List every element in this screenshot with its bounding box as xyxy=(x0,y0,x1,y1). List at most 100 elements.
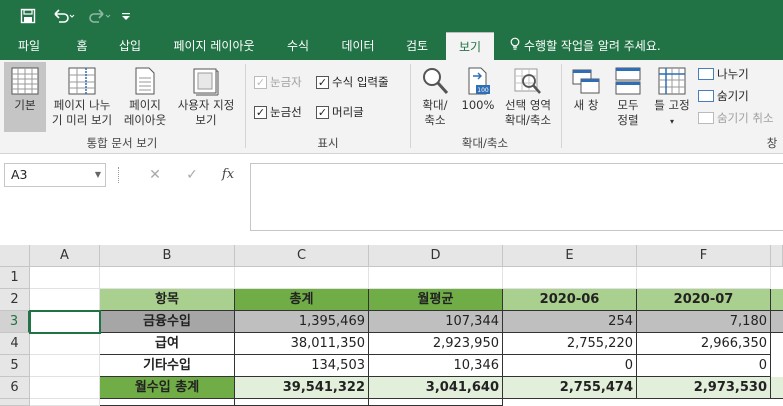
cell-a7[interactable] xyxy=(30,399,100,406)
ruler-checkbox[interactable]: ✓ 눈금자 xyxy=(254,74,302,90)
cell-d5[interactable]: 10,346 xyxy=(369,355,503,377)
table-header-monthly-avg[interactable]: 월평균 xyxy=(369,289,503,311)
row-header-2[interactable]: 2 xyxy=(0,289,30,311)
enter-icon[interactable]: ✓ xyxy=(180,163,204,187)
cell-g3[interactable] xyxy=(771,311,783,333)
cell-g6[interactable] xyxy=(771,377,783,399)
lightbulb-icon xyxy=(510,33,520,61)
cell-f3[interactable]: 7,180 xyxy=(637,311,771,333)
cell-a2[interactable] xyxy=(30,289,100,311)
cell-d4[interactable]: 2,923,950 xyxy=(369,333,503,355)
cell-e5[interactable]: 0 xyxy=(503,355,637,377)
row-header-5[interactable]: 5 xyxy=(0,355,30,377)
freeze-panes-button[interactable]: 틀 고정 ▾ xyxy=(650,62,694,132)
zoom-100-button[interactable]: 100 100% xyxy=(458,62,498,132)
hide-button[interactable]: 숨기기 xyxy=(698,88,749,104)
redo-icon[interactable] xyxy=(84,5,114,27)
zoom-to-selection-button[interactable]: 선택 영역 확대/축소 xyxy=(500,62,556,132)
row-header-4[interactable]: 4 xyxy=(0,333,30,355)
checkbox-checked-icon: ✓ xyxy=(254,105,267,119)
row-header-7[interactable] xyxy=(0,399,30,406)
worksheet-grid[interactable]: A B C D E F 1 2 3 4 5 6 항목 총계 월평균 2020-0… xyxy=(0,245,783,406)
normal-view-button[interactable]: 기본 xyxy=(4,62,46,132)
row-label-other-income[interactable]: 기타수입 xyxy=(100,355,235,377)
cell-b7[interactable] xyxy=(100,399,235,406)
cell-f6[interactable]: 2,973,530 xyxy=(637,377,771,399)
tab-data[interactable]: 데이터 xyxy=(330,32,386,60)
formula-bar-grip[interactable] xyxy=(118,167,120,183)
row-label-salary[interactable]: 급여 xyxy=(100,333,235,355)
tab-view[interactable]: 보기 xyxy=(446,32,494,60)
cell-e6[interactable]: 2,755,474 xyxy=(503,377,637,399)
name-box[interactable]: A3 ▼ xyxy=(4,163,106,187)
customize-qat-icon[interactable] xyxy=(118,5,134,27)
group-label-zoom: 확대/축소 xyxy=(461,136,509,150)
dropdown-arrow-icon[interactable]: ▼ xyxy=(95,164,101,186)
row-header-6[interactable]: 6 xyxy=(0,377,30,399)
new-window-button[interactable]: 새 창 xyxy=(566,62,606,132)
tab-formulas[interactable]: 수식 xyxy=(276,32,320,60)
cell-e1[interactable] xyxy=(503,267,637,289)
insert-function-icon[interactable]: fx xyxy=(216,163,240,187)
cell-d3[interactable]: 107,344 xyxy=(369,311,503,333)
arrange-all-button[interactable]: 모두 정렬 xyxy=(608,62,648,132)
svg-text:100: 100 xyxy=(477,87,489,94)
row-label-monthly-income-total[interactable]: 월수입 총계 xyxy=(100,377,235,399)
column-header-c[interactable]: C xyxy=(235,245,369,267)
table-header-2020-06[interactable]: 2020-06 xyxy=(503,289,637,311)
cell-c6[interactable]: 39,541,322 xyxy=(235,377,369,399)
cell-c4[interactable]: 38,011,350 xyxy=(235,333,369,355)
tell-me-box[interactable]: 수행할 작업을 알려 주세요. xyxy=(510,32,661,60)
cell-b1[interactable] xyxy=(100,267,235,289)
cell-a1[interactable] xyxy=(30,267,100,289)
cell-f5[interactable]: 0 xyxy=(637,355,771,377)
zoom-button[interactable]: 확대/축소 xyxy=(414,62,456,132)
cell-d1[interactable] xyxy=(369,267,503,289)
cancel-icon[interactable]: ✕ xyxy=(143,163,167,187)
cell-e4[interactable]: 2,755,220 xyxy=(503,333,637,355)
page-break-preview-button[interactable]: 페이지 나누 기 미리 보기 xyxy=(48,62,116,132)
select-all-corner[interactable] xyxy=(0,245,30,267)
row-label-financial-income[interactable]: 금융수입 xyxy=(100,311,235,333)
cell-c1[interactable] xyxy=(235,267,369,289)
cell-a4[interactable] xyxy=(30,333,100,355)
column-header-d[interactable]: D xyxy=(369,245,503,267)
column-header-e[interactable]: E xyxy=(503,245,637,267)
column-header-a[interactable]: A xyxy=(30,245,100,267)
save-icon[interactable] xyxy=(16,5,40,27)
table-header-overflow[interactable] xyxy=(771,289,783,311)
formula-bar-checkbox[interactable]: ✓ 수식 입력줄 xyxy=(316,74,389,90)
tab-file[interactable]: 파일 xyxy=(6,32,52,60)
cell-e3[interactable]: 254 xyxy=(503,311,637,333)
row-header-1[interactable]: 1 xyxy=(0,267,30,289)
unhide-button[interactable]: 숨기기 취소 xyxy=(698,110,774,126)
cell-d7[interactable] xyxy=(369,399,503,406)
cell-a5[interactable] xyxy=(30,355,100,377)
custom-views-button[interactable]: 사용자 지정 보기 xyxy=(172,62,240,132)
row-header-3[interactable]: 3 xyxy=(0,311,30,333)
undo-icon[interactable] xyxy=(48,5,78,27)
split-button[interactable]: 나누기 xyxy=(698,66,749,82)
table-header-total[interactable]: 총계 xyxy=(235,289,369,311)
headings-checkbox[interactable]: ✓ 머리글 xyxy=(316,104,364,120)
column-header-g[interactable] xyxy=(771,245,783,267)
cell-c5[interactable]: 134,503 xyxy=(235,355,369,377)
checkbox-checked-icon: ✓ xyxy=(316,75,329,89)
page-layout-view-button[interactable]: 페이지 레이아웃 xyxy=(120,62,170,132)
table-header-item[interactable]: 항목 xyxy=(100,289,235,311)
cell-c7[interactable] xyxy=(235,399,369,406)
tab-insert[interactable]: 삽입 xyxy=(108,32,152,60)
tab-home[interactable]: 홈 xyxy=(64,32,100,60)
cell-f1[interactable] xyxy=(637,267,771,289)
cell-a6[interactable] xyxy=(30,377,100,399)
cell-c3[interactable]: 1,395,469 xyxy=(235,311,369,333)
cell-f4[interactable]: 2,966,350 xyxy=(637,333,771,355)
column-header-f[interactable]: F xyxy=(637,245,771,267)
table-header-2020-07[interactable]: 2020-07 xyxy=(637,289,771,311)
tab-page-layout[interactable]: 페이지 레이아웃 xyxy=(160,32,268,60)
tab-review[interactable]: 검토 xyxy=(394,32,440,60)
gridlines-checkbox[interactable]: ✓ 눈금선 xyxy=(254,104,302,120)
column-header-b[interactable]: B xyxy=(100,245,235,267)
cell-d6[interactable]: 3,041,640 xyxy=(369,377,503,399)
formula-input[interactable] xyxy=(250,163,783,231)
